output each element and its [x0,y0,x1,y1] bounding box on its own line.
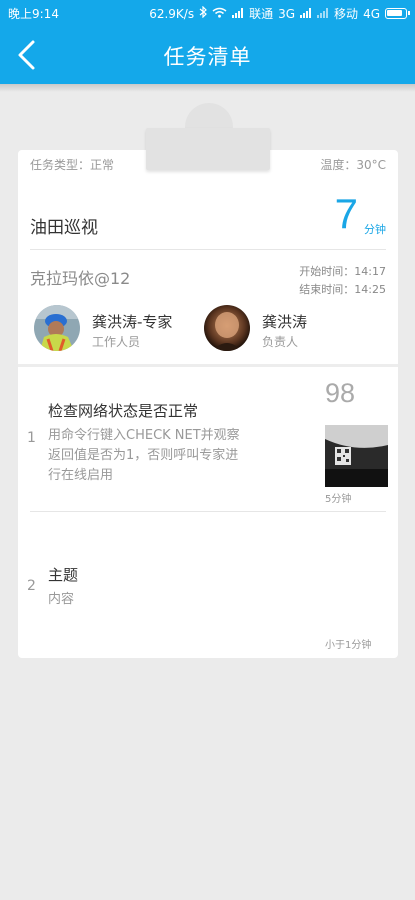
step-title: 检查网络状态是否正常 [48,402,199,420]
person-worker[interactable]: 龚洪涛-专家 工作人员 [34,305,204,355]
divider [30,511,386,512]
signal-icon [317,7,329,21]
section-separator [18,364,398,367]
step-index: 1 [27,430,36,446]
clipboard-clip-base [146,128,270,170]
wifi-icon [212,7,227,21]
network-type-1: 3G [278,6,296,21]
network-type-2: 4G [363,6,380,21]
task-card: 任务类型：正常 温度：30°C 油田巡视 7 分钟 克拉玛依@12 开始时间：1… [18,150,398,658]
battery-icon [385,8,410,19]
duration-value: 7 [334,190,358,237]
status-indicators: 62.9K/s 联通 3G 移动 4G [149,5,410,22]
step-description-line: 行在线启用 [48,468,114,483]
divider [30,249,386,250]
status-time: 晚上9:14 [8,7,59,21]
person-name: 龚洪涛 [262,313,308,331]
status-bar: 晚上9:14 62.9K/s 联通 3G 移动 4G [0,0,415,26]
task-type-label: 任务类型：正常 [30,158,115,172]
avatar [204,305,250,351]
signal-icon [232,7,244,21]
network-speed: 62.9K/s [149,6,195,21]
step-description-line: 内容 [48,592,75,607]
step-title: 主题 [48,566,79,584]
signal-icon [300,7,312,21]
step-score: 98 [325,378,356,408]
step-time: 5分钟 [325,494,352,505]
end-time: 结束时间：14:25 [299,283,386,296]
step-thumbnail[interactable] [325,425,388,487]
person-role: 负责人 [262,335,299,349]
start-time: 开始时间：14:17 [299,265,386,278]
person-role: 工作人员 [92,335,141,349]
nav-bar: 任务清单 [0,26,415,84]
step-description-line: 用命令行键入CHECK NET并观察 [48,428,240,443]
person-owner[interactable]: 龚洪涛 负责人 [204,305,374,355]
carrier-2: 移动 [334,7,359,21]
person-name: 龚洪涛-专家 [92,313,173,331]
nav-shadow [0,84,415,92]
carrier-1: 联通 [249,7,274,21]
bluetooth-icon [199,5,207,21]
avatar [34,305,80,351]
step-description: 用命令行键入CHECK NET并观察 返回值是否为1，否则呼叫专家进 行在线启用 [48,426,240,486]
step-description-line: 返回值是否为1，否则呼叫专家进 [48,448,239,463]
step-description: 内容 [48,590,74,610]
page-title: 任务清单 [163,45,252,69]
task-name: 油田巡视 [30,218,98,238]
step-time: 小于1分钟 [325,640,372,651]
task-location: 克拉玛依@12 [30,269,131,288]
duration-unit: 分钟 [364,223,386,236]
step-index: 2 [27,578,36,594]
temperature-label: 温度：30°C [320,158,386,172]
